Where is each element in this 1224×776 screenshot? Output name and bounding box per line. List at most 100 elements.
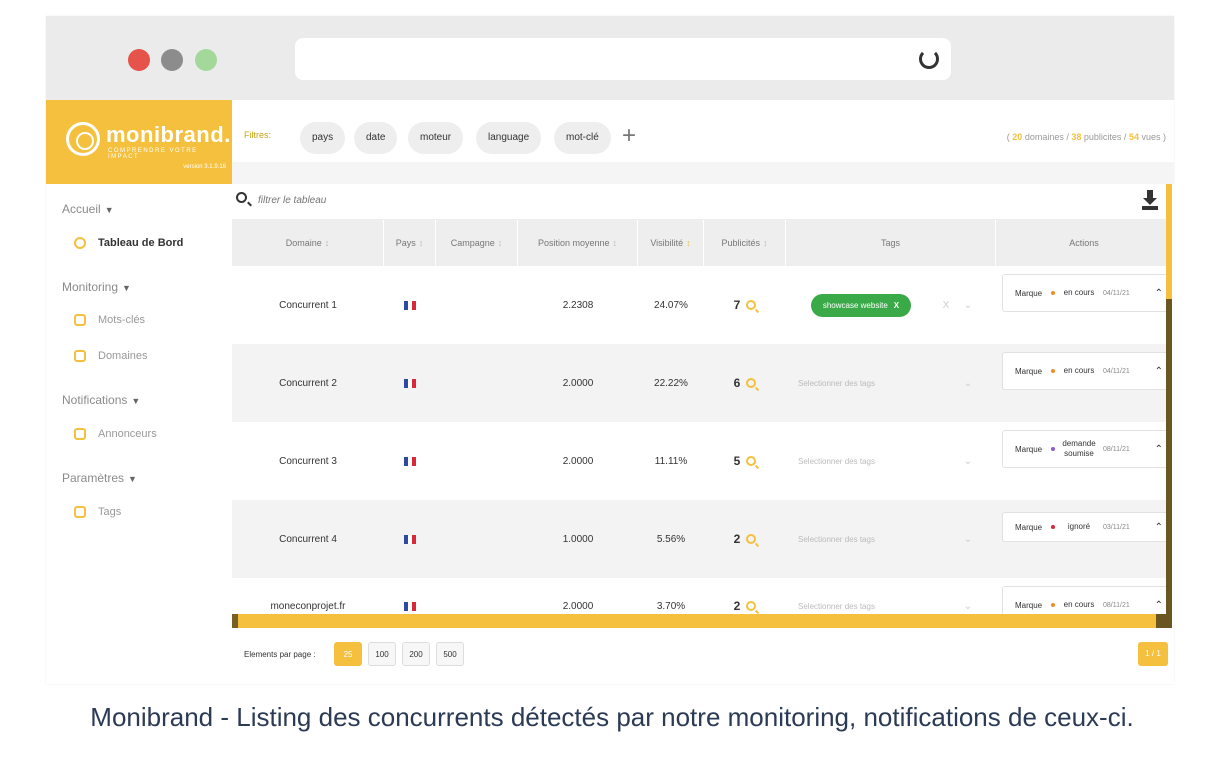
view-ads-icon[interactable] bbox=[746, 300, 757, 310]
ads-cell: 2 bbox=[704, 500, 786, 578]
column-header-publicites[interactable]: Publicités ↕ bbox=[704, 220, 786, 266]
tags-dropdown-icon[interactable]: ⌄ bbox=[956, 266, 980, 344]
table-row[interactable]: Concurrent 1 2.2308 24.07% 7 showcase we… bbox=[232, 266, 1172, 344]
domain-cell[interactable]: Concurrent 3 bbox=[232, 422, 384, 500]
filter-bar: Filtres: pays date moteur language mot-c… bbox=[232, 100, 1174, 162]
brand-logo[interactable]: monibrand. COMPRENDRE VOTRE IMPACT versi… bbox=[46, 100, 232, 184]
tags-dropdown-icon[interactable]: ⌄ bbox=[956, 500, 980, 578]
column-header-campagne[interactable]: Campagne ↕ bbox=[436, 220, 518, 266]
tags-dropdown-icon[interactable]: ⌄ bbox=[956, 422, 980, 500]
action-label: Marque bbox=[1015, 522, 1043, 532]
vertical-scrollbar[interactable] bbox=[1166, 184, 1172, 614]
chevron-up-icon[interactable]: ⌃ bbox=[1155, 600, 1163, 611]
position-cell: 2.0000 bbox=[562, 377, 594, 389]
sort-icon[interactable]: ↕ bbox=[419, 238, 424, 248]
domain-cell[interactable]: Concurrent 1 bbox=[232, 266, 384, 344]
column-header-actions: Actions bbox=[1069, 238, 1099, 248]
sort-icon[interactable]: ↕ bbox=[763, 238, 768, 248]
tags-select[interactable]: Selectionner des tags bbox=[798, 422, 948, 500]
nav-section-monitoring[interactable]: Monitoring ▼ bbox=[62, 280, 131, 294]
ads-cell: 2 bbox=[704, 578, 786, 614]
address-bar[interactable] bbox=[295, 38, 951, 80]
sidebar-item-tags[interactable]: Tags bbox=[74, 506, 121, 518]
download-icon[interactable] bbox=[1142, 190, 1158, 210]
column-header-visibilite[interactable]: Visibilité ↕ bbox=[638, 220, 704, 266]
tags-select[interactable]: Selectionner des tags bbox=[798, 500, 948, 578]
action-status-select[interactable]: Marque ignoré 03/11/21 ⌃ bbox=[1002, 512, 1168, 542]
tag-chip[interactable]: showcase website X bbox=[810, 293, 912, 317]
position-cell: 1.0000 bbox=[562, 533, 594, 545]
horizontal-scrollbar[interactable] bbox=[232, 614, 1172, 628]
tags-dropdown-icon[interactable]: ⌄ bbox=[956, 578, 980, 614]
domain-cell[interactable]: Concurrent 2 bbox=[232, 344, 384, 422]
column-header-position[interactable]: Position moyenne ↕ bbox=[518, 220, 638, 266]
chevron-down-icon: ▼ bbox=[131, 396, 141, 406]
page-size-100-button[interactable]: 100 bbox=[368, 642, 396, 666]
table-filter-input[interactable] bbox=[258, 195, 558, 206]
sidebar-item-tableau-de-bord[interactable]: Tableau de Bord bbox=[74, 237, 183, 249]
close-window-button[interactable] bbox=[128, 49, 150, 71]
sidebar-item-mots-cles[interactable]: Mots-clés bbox=[74, 314, 145, 326]
clear-tags-icon[interactable]: X bbox=[936, 266, 956, 344]
sort-icon[interactable]: ↕ bbox=[325, 238, 330, 248]
table-row[interactable]: Concurrent 4 1.0000 5.56% 2 Selectionner… bbox=[232, 500, 1172, 578]
domain-cell[interactable]: moneconprojet.fr bbox=[232, 578, 384, 614]
status-date: 03/11/21 bbox=[1103, 523, 1130, 531]
status-dot-icon bbox=[1051, 369, 1055, 373]
domain-cell[interactable]: Concurrent 4 bbox=[232, 500, 384, 578]
chevron-up-icon[interactable]: ⌃ bbox=[1155, 288, 1163, 299]
filter-chip-pays[interactable]: pays bbox=[300, 122, 346, 154]
column-header-domaine[interactable]: Domaine ↕ bbox=[232, 220, 384, 266]
action-status-select[interactable]: Marque en cours 08/11/21 ⌃ bbox=[1002, 586, 1168, 614]
nav-section-notifications[interactable]: Notifications ▼ bbox=[62, 393, 140, 407]
filter-chip-date[interactable]: date bbox=[354, 122, 398, 154]
sort-icon[interactable]: ↕ bbox=[613, 238, 618, 248]
vertical-scroll-thumb[interactable] bbox=[1166, 184, 1172, 299]
table-row[interactable]: Concurrent 2 2.0000 22.22% 6 Selectionne… bbox=[232, 344, 1172, 422]
remove-tag-icon[interactable]: X bbox=[894, 301, 899, 310]
sort-icon[interactable]: ↕ bbox=[686, 238, 691, 248]
tags-dropdown-icon[interactable]: ⌄ bbox=[956, 344, 980, 422]
chevron-up-icon[interactable]: ⌃ bbox=[1155, 444, 1163, 455]
status-date: 04/11/21 bbox=[1103, 367, 1130, 375]
visibility-cell: 22.22% bbox=[654, 377, 688, 389]
minimize-window-button[interactable] bbox=[161, 49, 183, 71]
search-icon bbox=[236, 192, 247, 203]
table-row[interactable]: Concurrent 3 2.0000 11.11% 5 Selectionne… bbox=[232, 422, 1172, 500]
view-ads-icon[interactable] bbox=[746, 534, 757, 544]
add-filter-icon[interactable]: + bbox=[622, 124, 636, 148]
filter-chip-mot-cle[interactable]: mot-clé bbox=[554, 122, 611, 154]
sidebar-item-label: Annonceurs bbox=[98, 428, 157, 440]
view-ads-icon[interactable] bbox=[746, 378, 757, 388]
tags-select[interactable]: Selectionner des tags bbox=[798, 344, 948, 422]
filter-chip-moteur[interactable]: moteur bbox=[408, 122, 464, 154]
tags-select[interactable]: Selectionner des tags bbox=[798, 578, 948, 614]
reload-icon[interactable] bbox=[919, 49, 939, 69]
action-status-select[interactable]: Marque demande soumise 08/11/21 ⌃ bbox=[1002, 430, 1168, 468]
action-status-select[interactable]: Marque en cours 04/11/21 ⌃ bbox=[1002, 352, 1168, 390]
status-dot-icon bbox=[1051, 447, 1055, 451]
chevron-up-icon[interactable]: ⌃ bbox=[1155, 522, 1163, 533]
view-ads-icon[interactable] bbox=[746, 601, 757, 611]
status-badge: en cours bbox=[1063, 366, 1095, 375]
page-size-25-button[interactable]: 25 bbox=[334, 642, 362, 666]
table-row[interactable]: moneconprojet.fr 2.0000 3.70% 2 Selectio… bbox=[232, 578, 1172, 614]
logo-mark-icon bbox=[66, 122, 100, 156]
page-size-200-button[interactable]: 200 bbox=[402, 642, 430, 666]
sort-icon[interactable]: ↕ bbox=[498, 238, 503, 248]
page-indicator[interactable]: 1 / 1 bbox=[1138, 642, 1168, 666]
nav-section-parametres[interactable]: Paramètres ▼ bbox=[62, 471, 137, 485]
page-size-500-button[interactable]: 500 bbox=[436, 642, 464, 666]
filter-chip-language[interactable]: language bbox=[476, 122, 542, 154]
maximize-window-button[interactable] bbox=[195, 49, 217, 71]
action-status-select[interactable]: Marque en cours 04/11/21 ⌃ bbox=[1002, 274, 1168, 312]
ads-cell: 5 bbox=[704, 422, 786, 500]
column-header-pays[interactable]: Pays ↕ bbox=[384, 220, 436, 266]
sidebar-item-annonceurs[interactable]: Annonceurs bbox=[74, 428, 157, 440]
chevron-up-icon[interactable]: ⌃ bbox=[1155, 366, 1163, 377]
sidebar-item-domaines[interactable]: Domaines bbox=[74, 350, 148, 362]
nav-section-accueil[interactable]: Accueil ▼ bbox=[62, 202, 114, 216]
view-ads-icon[interactable] bbox=[746, 456, 757, 466]
sidebar-item-label: Domaines bbox=[98, 350, 148, 362]
status-badge: en cours bbox=[1063, 600, 1095, 609]
